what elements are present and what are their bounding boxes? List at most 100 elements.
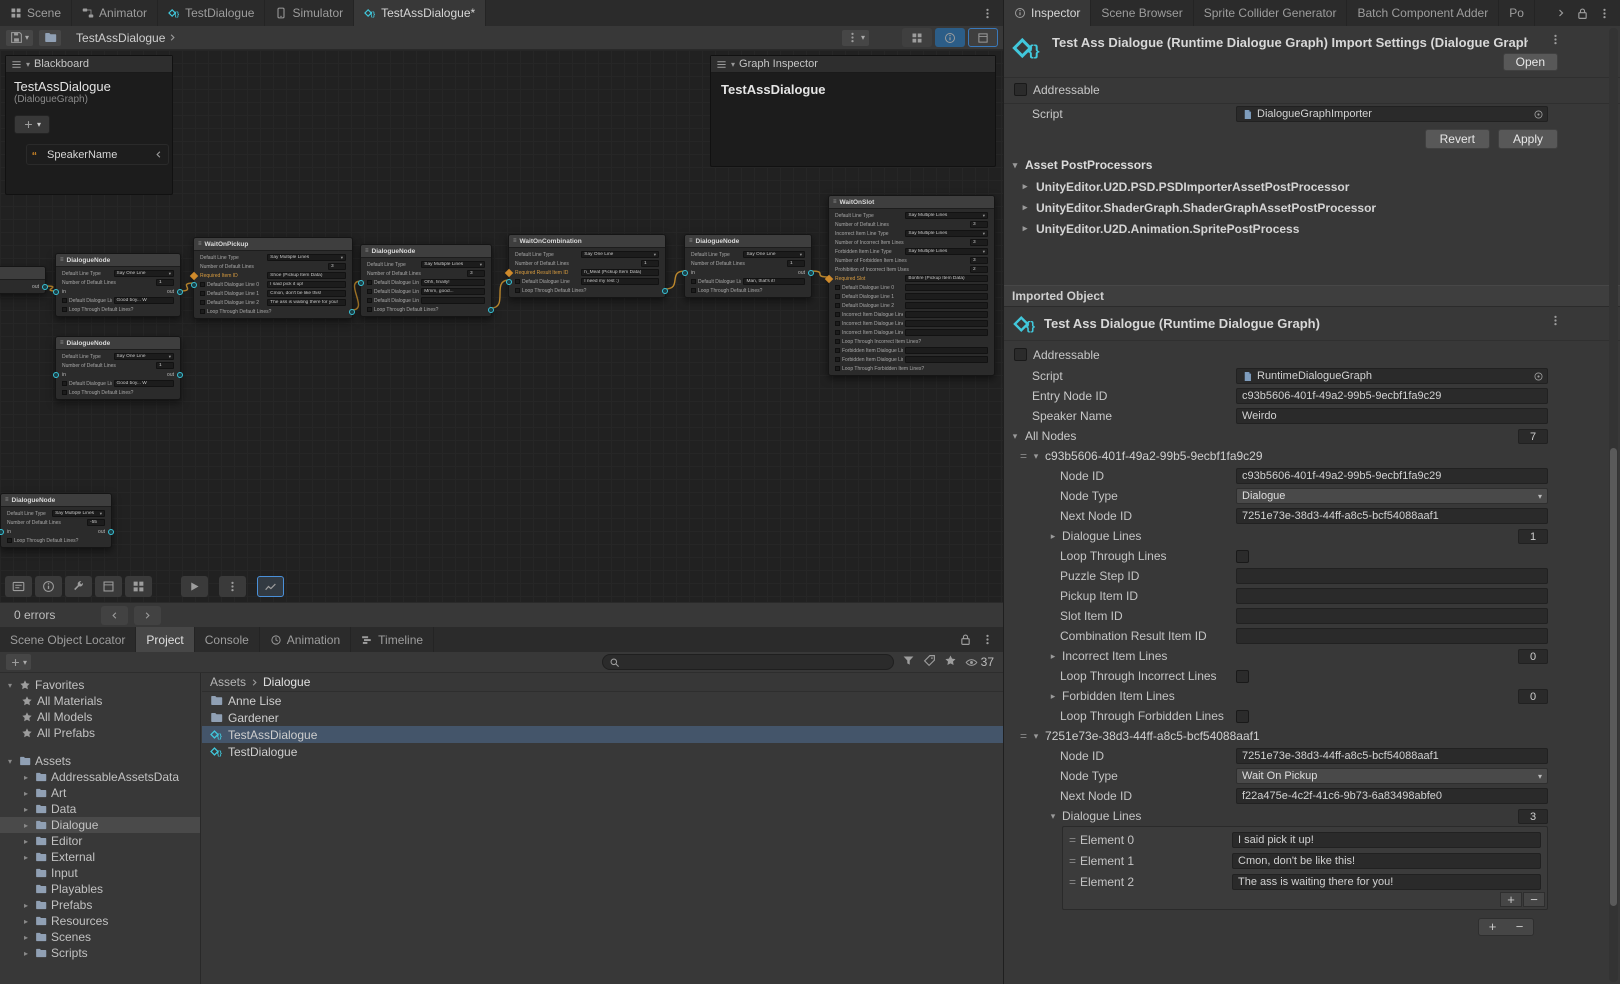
postprocessors-foldout[interactable]: ▾ Asset PostProcessors bbox=[1004, 154, 1620, 176]
minimap-toggle[interactable] bbox=[968, 28, 998, 47]
hamburger-menu-icon[interactable] bbox=[716, 59, 727, 70]
graph-breadcrumb[interactable]: TestAssDialogue bbox=[76, 31, 178, 45]
node-checkbox[interactable] bbox=[367, 307, 372, 312]
remove-element-button[interactable]: − bbox=[1523, 892, 1545, 907]
graph-node-waitonpickup[interactable]: ≡WaitOnPickupDefault Line TypeSay Multip… bbox=[193, 237, 353, 319]
graph-node-dialoguenode[interactable]: ≡DialogueNodeDefault Line TypeSay Multip… bbox=[0, 493, 112, 548]
graph-node-dialoguenode[interactable]: ≡DialogueNodeDefault Line TypeSay One Li… bbox=[55, 253, 181, 317]
combination-result-item-id-field[interactable] bbox=[1236, 628, 1548, 644]
tab-scroll-right-icon[interactable] bbox=[1555, 7, 1567, 19]
forbidden-item-lines-count[interactable]: 0 bbox=[1518, 689, 1548, 704]
drag-handle[interactable]: = bbox=[1020, 729, 1027, 743]
next-node-id-field[interactable]: f22a475e-4c2f-41c6-9b73-6a83498abfe0 bbox=[1236, 788, 1548, 804]
loop-through-lines-checkbox[interactable] bbox=[1236, 550, 1249, 563]
node-text-field[interactable] bbox=[421, 297, 485, 304]
input-port[interactable] bbox=[53, 289, 59, 295]
frame-button[interactable] bbox=[95, 576, 122, 597]
importer-menu-icon[interactable] bbox=[1549, 33, 1562, 46]
line-toggle[interactable] bbox=[835, 348, 840, 353]
tree-folder-input[interactable]: Input bbox=[0, 865, 200, 881]
input-port[interactable] bbox=[191, 282, 197, 288]
postprocessor-unityeditor-u2d-animation-spritepostprocess[interactable]: ▸UnityEditor.U2D.Animation.SpritePostPro… bbox=[1004, 218, 1620, 239]
element-1-field[interactable]: Cmon, don't be like this! bbox=[1232, 853, 1541, 869]
inspector-tab-sprite-collider-generator[interactable]: Sprite Collider Generator bbox=[1194, 0, 1348, 26]
inspector-tab-inspector[interactable]: Inspector bbox=[1004, 0, 1091, 26]
output-port[interactable] bbox=[808, 270, 814, 276]
apply-button[interactable]: Apply bbox=[1498, 129, 1558, 149]
tree-folder-resources[interactable]: ▸Resources bbox=[0, 913, 200, 929]
node-text-field[interactable]: Mmm, good... bbox=[421, 288, 485, 295]
imported-addressable-checkbox[interactable] bbox=[1014, 348, 1027, 361]
node-checkbox[interactable] bbox=[62, 307, 67, 312]
graph-node-dialoguenode[interactable]: ≡DialogueNodeDefault Line TypeSay One Li… bbox=[684, 234, 812, 298]
speaker-name-field[interactable]: Weirdo bbox=[1236, 408, 1548, 424]
info-button[interactable] bbox=[35, 576, 62, 597]
output-port[interactable] bbox=[42, 284, 48, 290]
node-checkbox[interactable] bbox=[835, 366, 840, 371]
main-tab-testdialogue[interactable]: TestDialogue bbox=[158, 0, 265, 26]
main-tab-testassdialogue[interactable]: TestAssDialogue* bbox=[354, 0, 486, 26]
node-object-field[interactable]: Shoe (Pickup Item Data) bbox=[267, 272, 346, 279]
line-toggle[interactable] bbox=[835, 303, 840, 308]
line-toggle[interactable] bbox=[691, 279, 696, 284]
node-enum-field[interactable]: Say One Line bbox=[114, 270, 174, 277]
node-text-field[interactable] bbox=[905, 293, 988, 300]
tree-folder-external[interactable]: ▸External bbox=[0, 849, 200, 865]
line-toggle[interactable] bbox=[515, 279, 520, 284]
window-menu-icon[interactable] bbox=[981, 7, 994, 20]
asset-testassdialogue[interactable]: TestAssDialogue bbox=[202, 726, 1003, 743]
line-toggle[interactable] bbox=[367, 298, 372, 303]
node-int-field[interactable]: 1 bbox=[156, 279, 174, 286]
filter-by-type-button[interactable] bbox=[902, 654, 915, 670]
node-object-field[interactable]: Bonfire (Pickup Item Data) bbox=[905, 275, 988, 282]
graph-node-waitoncombination[interactable]: ≡WaitOnCombinationDefault Line TypeSay O… bbox=[508, 234, 666, 298]
output-port[interactable] bbox=[662, 288, 668, 294]
dialogue-lines-foldout[interactable]: ▾Dialogue Lines3 bbox=[1004, 806, 1620, 826]
breadcrumb-current[interactable]: Dialogue bbox=[263, 675, 310, 689]
output-port[interactable] bbox=[349, 309, 355, 315]
line-toggle[interactable] bbox=[200, 282, 205, 287]
inspector-lock-icon[interactable] bbox=[1576, 7, 1589, 20]
node-type-dropdown[interactable]: Wait On Pickup▾ bbox=[1236, 768, 1548, 784]
visibility-toggle[interactable]: 37 bbox=[965, 655, 994, 669]
node-text-field[interactable] bbox=[905, 356, 988, 363]
bottom-tab-timeline[interactable]: Timeline bbox=[351, 627, 434, 652]
assets-root[interactable]: ▾Assets bbox=[0, 753, 200, 769]
breadcrumb-root[interactable]: Assets bbox=[210, 675, 246, 689]
node-int-field[interactable]: 1 bbox=[641, 260, 659, 267]
inspector-scrollbar[interactable] bbox=[1609, 28, 1618, 982]
wrench-button[interactable] bbox=[65, 576, 92, 597]
add-property-button[interactable]: ▾ bbox=[14, 115, 50, 134]
inspector-tab-po[interactable]: Po bbox=[1499, 0, 1535, 26]
incorrect-item-lines-foldout[interactable]: ▸Incorrect Item Lines0 bbox=[1004, 646, 1620, 666]
tree-folder-scripts[interactable]: ▸Scripts bbox=[0, 945, 200, 961]
node-enum-field[interactable]: Say Multiple Lines bbox=[905, 248, 988, 255]
all-nodes-count[interactable]: 7 bbox=[1518, 429, 1548, 444]
postprocessor-unityeditor-shadergraph-shadergraphassetpostprocessor[interactable]: ▸UnityEditor.ShaderGraph.ShaderGraphAsse… bbox=[1004, 197, 1620, 218]
node-int-field[interactable]: 3 bbox=[970, 239, 988, 246]
hamburger-menu-icon[interactable] bbox=[11, 59, 22, 70]
node-text-field[interactable]: I need my rest :) bbox=[581, 278, 659, 285]
node-id-field[interactable]: c93b5606-401f-49a2-99b5-9ecbf1fa9c29 bbox=[1236, 468, 1548, 484]
main-tab-simulator[interactable]: Simulator bbox=[265, 0, 354, 26]
node-enum-field[interactable]: Say Multiple Lines bbox=[905, 230, 988, 237]
dialogue-lines-count[interactable]: 3 bbox=[1518, 809, 1548, 824]
input-port[interactable] bbox=[0, 529, 4, 535]
tree-folder-dialogue[interactable]: ▸Dialogue bbox=[0, 817, 200, 833]
graph-node-dialoguenode[interactable]: ≡DialogueNodeDefault Line TypeSay Multip… bbox=[360, 244, 492, 317]
remove-node-button[interactable]: − bbox=[1506, 919, 1533, 935]
add-element-button[interactable]: + bbox=[1500, 892, 1522, 907]
input-port[interactable] bbox=[506, 279, 512, 285]
node-text-field[interactable] bbox=[905, 284, 988, 291]
tree-folder-art[interactable]: ▸Art bbox=[0, 785, 200, 801]
asset-gardener[interactable]: Gardener bbox=[202, 709, 1003, 726]
add-node-button[interactable]: + bbox=[1479, 919, 1506, 935]
line-toggle[interactable] bbox=[62, 298, 67, 303]
tree-folder-playables[interactable]: Playables bbox=[0, 881, 200, 897]
search-input[interactable] bbox=[624, 656, 887, 668]
inspector-tab-batch-component-adder[interactable]: Batch Component Adder bbox=[1347, 0, 1499, 26]
input-port[interactable] bbox=[358, 280, 364, 286]
incorrect-item-lines-count[interactable]: 0 bbox=[1518, 649, 1548, 664]
node-text-field[interactable]: Good boy... W bbox=[114, 380, 174, 387]
node-enum-field[interactable]: Say Multiple Lines bbox=[421, 261, 485, 268]
